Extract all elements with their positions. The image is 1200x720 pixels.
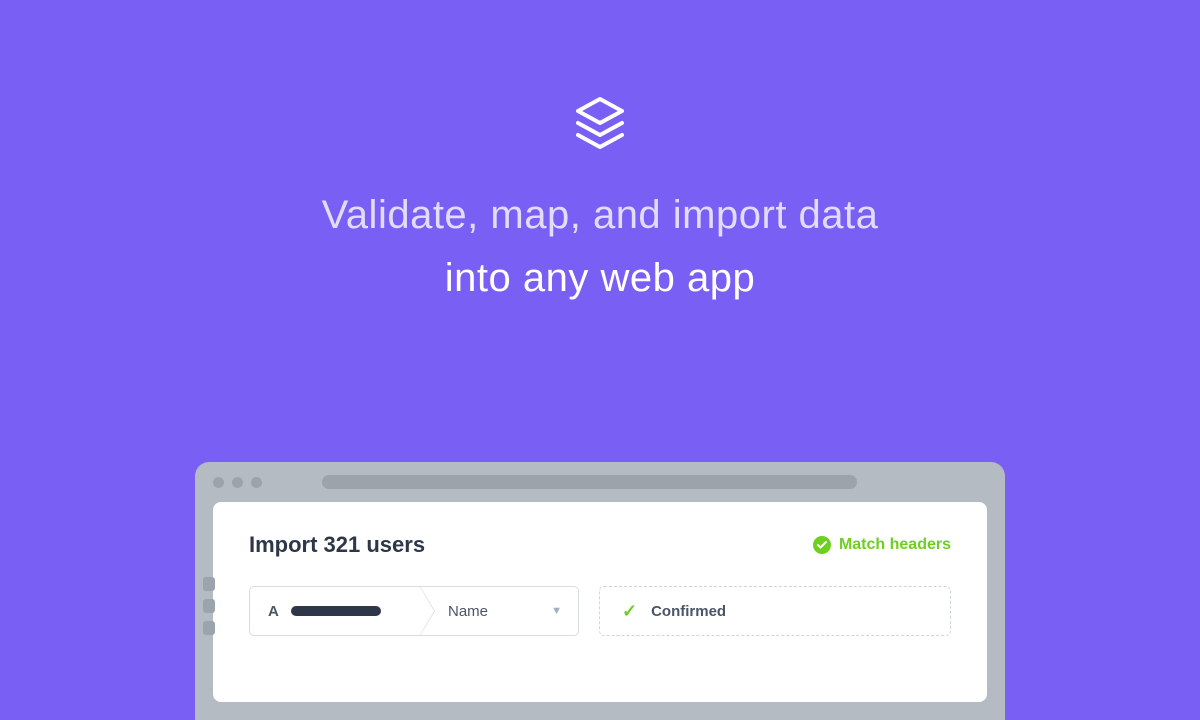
card-header: Import 321 users Match headers: [249, 532, 951, 558]
browser-content: Import 321 users Match headers A Name: [195, 502, 1005, 720]
chevron-down-icon: ▼: [551, 605, 562, 617]
confirmation-status: ✓ Confirmed: [599, 586, 951, 636]
column-mapping-select[interactable]: A Name ▼: [249, 586, 579, 636]
address-bar: [322, 475, 857, 489]
source-column: A: [250, 587, 420, 635]
side-decoration: [203, 577, 215, 635]
headline-line-1: Validate, map, and import data: [0, 193, 1200, 238]
window-dot: [232, 477, 243, 488]
browser-window: Import 321 users Match headers A Name: [195, 462, 1005, 720]
window-dot: [251, 477, 262, 488]
match-headers-label: Match headers: [839, 536, 951, 554]
window-controls: [213, 477, 262, 488]
logo: [0, 0, 1200, 153]
card-title: Import 321 users: [249, 532, 425, 558]
field-name: Name: [448, 603, 488, 620]
headline: Validate, map, and import data into any …: [0, 193, 1200, 301]
field-dropdown[interactable]: Name ▼: [420, 587, 578, 635]
stack-icon: [570, 95, 630, 153]
import-card: Import 321 users Match headers A Name: [213, 502, 987, 702]
check-icon: ✓: [622, 601, 637, 622]
confirmed-label: Confirmed: [651, 603, 726, 620]
headline-line-2: into any web app: [0, 256, 1200, 301]
mapping-row: A Name ▼ ✓ Confirmed: [249, 586, 951, 636]
column-letter: A: [268, 603, 279, 620]
window-dot: [213, 477, 224, 488]
column-sample-bar: [291, 606, 381, 616]
match-headers-status: Match headers: [813, 536, 951, 554]
browser-title-bar: [195, 462, 1005, 502]
check-circle-icon: [813, 536, 831, 554]
